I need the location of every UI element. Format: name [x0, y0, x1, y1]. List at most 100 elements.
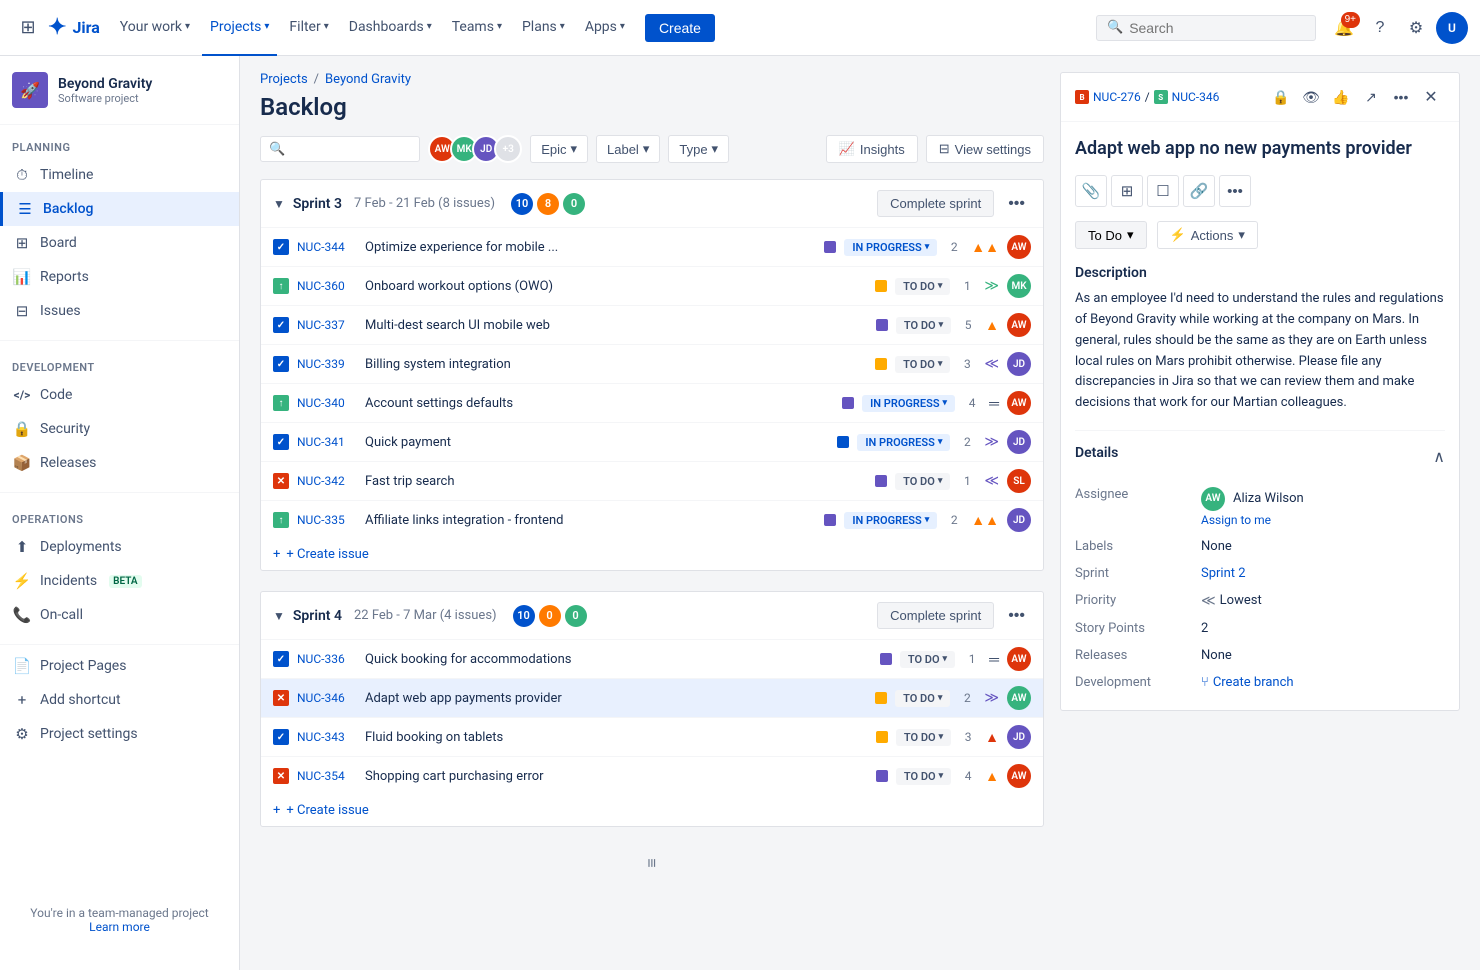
assign-me-link[interactable]: Assign to me: [1201, 513, 1304, 527]
sidebar-item-code[interactable]: </> Code: [0, 378, 239, 412]
nav-projects[interactable]: Projects ▾: [202, 0, 277, 56]
child-issues-button[interactable]: ⊞: [1111, 175, 1143, 207]
issue-color-tag: [837, 436, 849, 448]
issue-row-nuc-337[interactable]: ✓ NUC-337 Multi-dest search UI mobile we…: [261, 306, 1043, 345]
sidebar-item-board[interactable]: ⊞ Board: [0, 226, 239, 260]
grid-menu-icon[interactable]: ⊞: [12, 12, 44, 44]
issue-row-nuc-341[interactable]: ✓ NUC-341 Quick payment IN PROGRESS ▾ 2 …: [261, 423, 1043, 462]
status-dropdown[interactable]: To Do ▾: [1075, 221, 1147, 249]
issue-status[interactable]: TO DO ▾: [896, 729, 951, 746]
issue-status[interactable]: IN PROGRESS ▾: [857, 434, 950, 451]
sprint-3-complete-button[interactable]: Complete sprint: [877, 190, 994, 217]
lock-button[interactable]: 🔒: [1267, 83, 1295, 111]
issue-row-nuc-340[interactable]: ↑ NUC-340 Account settings defaults IN P…: [261, 384, 1043, 423]
avatar-extra[interactable]: +3: [494, 135, 522, 163]
sprint-3-menu-button[interactable]: •••: [1002, 193, 1031, 215]
issue-row-nuc-339[interactable]: ✓ NUC-339 Billing system integration TO …: [261, 345, 1043, 384]
actions-dropdown[interactable]: ⚡ Actions ▾: [1157, 221, 1258, 249]
nav-teams[interactable]: Teams ▾: [444, 0, 510, 56]
nav-plans[interactable]: Plans ▾: [514, 0, 573, 56]
breadcrumb-project[interactable]: Beyond Gravity: [325, 72, 411, 87]
issue-row-nuc-343[interactable]: ✓ NUC-343 Fluid booking on tablets TO DO…: [261, 718, 1043, 757]
issue-row-nuc-335[interactable]: ↑ NUC-335 Affiliate links integration - …: [261, 501, 1043, 539]
backlog-search-box[interactable]: 🔍: [260, 136, 420, 162]
issue-status[interactable]: TO DO ▾: [895, 473, 950, 490]
watch-button[interactable]: 👁: [1297, 83, 1325, 111]
nav-filter[interactable]: Filter ▾: [281, 0, 336, 56]
sidebar-item-incidents[interactable]: ⚡ Incidents BETA: [0, 564, 239, 598]
sprint-value[interactable]: Sprint 2: [1201, 566, 1445, 581]
sprint-4-complete-button[interactable]: Complete sprint: [877, 602, 994, 629]
detail-parent-link[interactable]: B NUC-276: [1075, 90, 1141, 104]
planning-section-title: PLANNING: [0, 133, 239, 158]
sidebar-item-releases[interactable]: 📦 Releases: [0, 446, 239, 480]
view-settings-button[interactable]: ⊟ View settings: [926, 135, 1044, 163]
issue-row-nuc-342[interactable]: ✕ NUC-342 Fast trip search TO DO ▾ 1 ≪ S…: [261, 462, 1043, 501]
issue-row-nuc-360[interactable]: ↑ NUC-360 Onboard workout options (OWO) …: [261, 267, 1043, 306]
issue-status[interactable]: IN PROGRESS ▾: [844, 512, 937, 529]
issue-row-nuc-354[interactable]: ✕ NUC-354 Shopping cart purchasing error…: [261, 757, 1043, 795]
nav-your-work[interactable]: Your work ▾: [112, 0, 198, 56]
issue-status[interactable]: TO DO ▾: [896, 317, 951, 334]
detail-child-link[interactable]: S NUC-346: [1154, 90, 1220, 104]
details-header[interactable]: Details ∧: [1075, 445, 1445, 469]
sidebar-item-security[interactable]: 🔒 Security: [0, 412, 239, 446]
issue-row-nuc-346[interactable]: ✕ NUC-346 Adapt web app payments provide…: [261, 679, 1043, 718]
notifications-button[interactable]: 🔔 9+: [1328, 12, 1360, 44]
sidebar-item-issues[interactable]: ⊟ Issues: [0, 294, 239, 328]
issue-status[interactable]: TO DO ▾: [896, 768, 951, 785]
issue-row-nuc-336[interactable]: ✓ NUC-336 Quick booking for accommodatio…: [261, 640, 1043, 679]
sidebar-item-backlog[interactable]: ☰ Backlog: [0, 192, 239, 226]
issue-status[interactable]: IN PROGRESS ▾: [844, 239, 937, 256]
link-issue-button[interactable]: ☐: [1147, 175, 1179, 207]
sidebar-item-deployments[interactable]: ⬆ Deployments: [0, 530, 239, 564]
copy-link-button[interactable]: 🔗: [1183, 175, 1215, 207]
sidebar-item-project-settings[interactable]: ⚙ Project settings: [0, 717, 239, 751]
sidebar-item-add-shortcut[interactable]: + Add shortcut: [0, 683, 239, 717]
issue-points: 2: [945, 240, 963, 254]
nav-apps[interactable]: Apps ▾: [577, 0, 633, 56]
breadcrumb-projects[interactable]: Projects: [260, 72, 308, 87]
issue-status[interactable]: TO DO ▾: [900, 651, 955, 668]
app-logo[interactable]: ✦ Jira: [48, 15, 100, 40]
sidebar-item-project-pages[interactable]: 📄 Project Pages: [0, 649, 239, 683]
sprint-4-menu-button[interactable]: •••: [1002, 605, 1031, 627]
share-button[interactable]: ↗: [1357, 83, 1385, 111]
sprint-4-toggle[interactable]: ▼: [273, 609, 285, 623]
more-detail-actions-button[interactable]: •••: [1219, 175, 1251, 207]
issue-row-nuc-344[interactable]: ✓ NUC-344 Optimize experience for mobile…: [261, 228, 1043, 267]
backlog-search-input[interactable]: [291, 141, 411, 157]
issue-status[interactable]: TO DO ▾: [895, 356, 950, 373]
sprint-4-create-issue[interactable]: + + Create issue: [261, 795, 1043, 826]
nav-dashboards[interactable]: Dashboards ▾: [341, 0, 440, 56]
epic-filter-button[interactable]: Epic ▾: [530, 135, 588, 163]
type-filter-button[interactable]: Type ▾: [668, 135, 729, 163]
close-detail-button[interactable]: ✕: [1417, 83, 1445, 111]
attach-button[interactable]: 📎: [1075, 175, 1107, 207]
search-input[interactable]: [1129, 20, 1279, 36]
sprint-3-create-issue[interactable]: + + Create issue: [261, 539, 1043, 570]
search-box[interactable]: 🔍: [1096, 15, 1316, 41]
issue-status[interactable]: TO DO ▾: [895, 690, 950, 707]
sidebar-footer-link[interactable]: Learn more: [89, 920, 150, 934]
label-filter-button[interactable]: Label ▾: [596, 135, 660, 163]
issue-key: NUC-346: [297, 691, 357, 705]
sidebar-item-timeline[interactable]: ⏱ Timeline: [0, 158, 239, 192]
issue-key: NUC-342: [297, 474, 357, 488]
issue-points: 1: [963, 652, 981, 666]
more-actions-button[interactable]: •••: [1387, 83, 1415, 111]
issue-status[interactable]: IN PROGRESS ▾: [862, 395, 955, 412]
like-button[interactable]: 👍: [1327, 83, 1355, 111]
resize-handle[interactable]: ≡: [260, 847, 1044, 879]
help-button[interactable]: ?: [1364, 12, 1396, 44]
sidebar-item-oncall[interactable]: 📞 On-call: [0, 598, 239, 632]
insights-button[interactable]: 📈 Insights: [826, 135, 918, 163]
create-branch-link[interactable]: Create branch: [1213, 675, 1294, 690]
user-avatar[interactable]: U: [1436, 12, 1468, 44]
settings-button[interactable]: ⚙: [1400, 12, 1432, 44]
issue-status[interactable]: TO DO ▾: [895, 278, 950, 295]
sprint-3-toggle[interactable]: ▼: [273, 197, 285, 211]
development-label: Development: [1075, 675, 1185, 690]
create-button[interactable]: Create: [645, 14, 715, 42]
sidebar-item-reports[interactable]: 📊 Reports: [0, 260, 239, 294]
